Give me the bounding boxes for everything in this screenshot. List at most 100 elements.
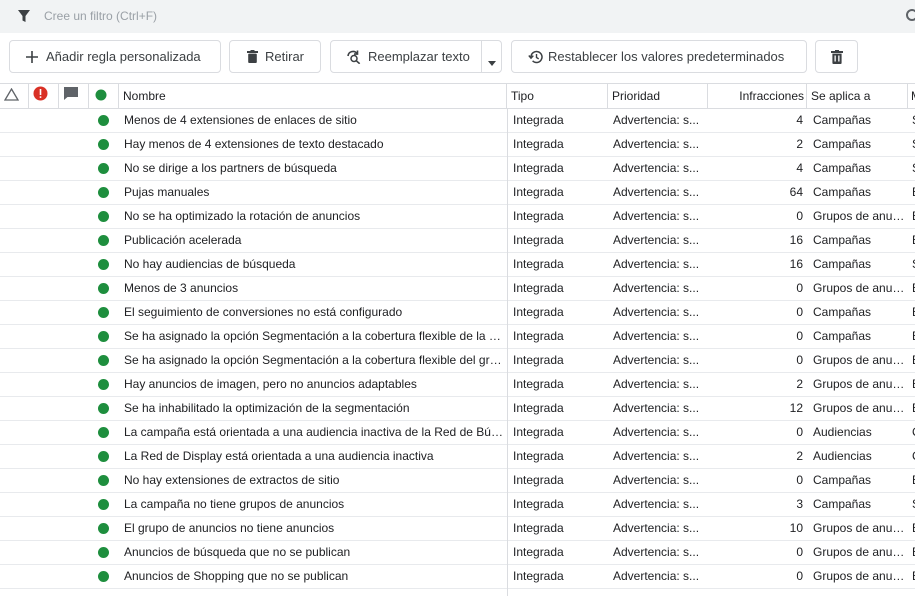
status-enabled-icon[interactable] [98,235,109,246]
row-applies-to: Campañas [813,137,872,151]
status-enabled-icon[interactable] [98,427,109,438]
row-name: Hay anuncios de imagen, pero no anuncios… [124,377,417,391]
row-name: Hay menos de 4 extensiones de texto dest… [124,137,384,151]
row-violations: 16 [789,233,803,247]
status-enabled-icon[interactable] [98,475,109,486]
column-name[interactable]: Nombre [123,84,166,109]
row-type: Integrada [513,161,564,175]
row-applies-to: Grupos de anuncios [813,209,905,223]
row-name: Se ha inhabilitado la optimización de la… [124,401,410,415]
row-type: Integrada [513,497,564,511]
status-column-icon[interactable] [95,85,107,110]
status-enabled-icon[interactable] [98,547,109,558]
trash-icon [247,50,258,63]
comment-column-icon[interactable] [63,85,79,110]
error-column-icon[interactable] [33,85,48,110]
row-type: Integrada [513,113,564,127]
row-applies-to: Audiencias [813,449,872,463]
row-applies-to: Grupos de anuncios [813,401,905,415]
row-violations: 64 [789,185,803,199]
status-enabled-icon[interactable] [98,403,109,414]
table-row[interactable]: No hay extensiones de extractos de sitio… [0,469,915,493]
table-row[interactable]: Anuncios de búsqueda que no se publican I… [0,541,915,565]
row-name: No se ha optimizado la rotación de anunc… [124,209,361,223]
status-enabled-icon[interactable] [98,499,109,510]
table-row[interactable]: Hay anuncios de imagen, pero no anuncios… [0,373,915,397]
row-priority: Advertencia: s... [613,137,700,151]
table-row[interactable]: Se ha inhabilitado la optimización de la… [0,397,915,421]
plus-icon [26,50,38,63]
col-divider [607,84,608,109]
status-enabled-icon[interactable] [98,379,109,390]
row-type: Integrada [513,233,564,247]
row-violations: 0 [796,425,803,439]
column-extra[interactable]: M [911,84,915,109]
table-row[interactable]: Hay menos de 4 extensiones de texto dest… [0,133,915,157]
row-name: Se ha asignado la opción Segmentación a … [124,353,504,367]
status-enabled-icon[interactable] [98,187,109,198]
table-row[interactable]: Se ha asignado la opción Segmentación a … [0,349,915,373]
table-row[interactable]: No hay audiencias de búsqueda Integrada Ad… [0,253,915,277]
status-enabled-icon[interactable] [98,331,109,342]
table-row[interactable]: El seguimiento de conversiones no está c… [0,301,915,325]
column-applies-to[interactable]: Se aplica a [811,84,870,109]
row-violations: 2 [796,377,803,391]
restore-defaults-label: Restablecer los valores predeterminados [548,49,785,64]
status-enabled-icon[interactable] [98,283,109,294]
row-violations: 2 [796,449,803,463]
row-priority: Advertencia: s... [613,569,700,583]
status-enabled-icon[interactable] [98,355,109,366]
caret-down-icon[interactable] [488,54,496,69]
column-priority[interactable]: Prioridad [612,84,660,109]
table-row[interactable]: Publicación acelerada Integrada Advertenci… [0,229,915,253]
table-row[interactable]: Anuncios de Shopping que no se publican I… [0,565,915,589]
grid-header: Nombre Tipo Prioridad Infracciones Se ap… [0,83,915,109]
table-row[interactable]: Pujas manuales Integrada Advertencia: s...… [0,181,915,205]
delete-button[interactable] [815,40,858,73]
filter-bar[interactable]: Cree un filtro (Ctrl+F) [0,0,915,33]
col-divider [506,84,507,109]
status-enabled-icon[interactable] [98,451,109,462]
row-applies-to: Grupos de anuncios [813,569,905,583]
status-enabled-icon[interactable] [98,571,109,582]
row-priority: Advertencia: s... [613,113,700,127]
status-enabled-icon[interactable] [98,163,109,174]
row-applies-to: Campañas [813,497,872,511]
row-violations: 0 [796,569,803,583]
remove-button[interactable]: Retirar [229,40,321,73]
status-enabled-icon[interactable] [98,139,109,150]
restore-defaults-button[interactable]: Restablecer los valores predeterminados [511,40,807,73]
table-row[interactable]: No se dirige a los partners de búsqueda I… [0,157,915,181]
table-row[interactable]: La Red de Display está orientada a una a… [0,445,915,469]
table-row[interactable]: La campaña no tiene grupos de anuncios In… [0,493,915,517]
row-type: Integrada [513,401,564,415]
status-enabled-icon[interactable] [98,523,109,534]
table-row[interactable]: Se ha asignado la opción Segmentación a … [0,325,915,349]
filter-options-icon[interactable] [905,8,915,29]
filter-input-placeholder[interactable]: Cree un filtro (Ctrl+F) [44,9,157,23]
table-row[interactable]: El grupo de anuncios no tiene anuncios In… [0,517,915,541]
row-priority: Advertencia: s... [613,185,700,199]
row-priority: Advertencia: s... [613,425,700,439]
row-violations: 2 [796,137,803,151]
status-enabled-icon[interactable] [98,211,109,222]
status-enabled-icon[interactable] [98,115,109,126]
row-type: Integrada [513,377,564,391]
row-type: Integrada [513,473,564,487]
table-row[interactable]: Menos de 4 extensiones de enlaces de sit… [0,109,915,133]
warning-column-icon[interactable] [3,85,20,110]
table-row[interactable]: Menos de 3 anuncios Integrada Advertencia:… [0,277,915,301]
status-enabled-icon[interactable] [98,307,109,318]
status-enabled-icon[interactable] [98,259,109,270]
add-custom-rule-button[interactable]: Añadir regla personalizada [9,40,221,73]
column-violations[interactable]: Infracciones [708,84,804,109]
add-custom-rule-label: Añadir regla personalizada [46,49,201,64]
replace-text-button[interactable]: Reemplazar texto [330,40,502,73]
column-type[interactable]: Tipo [511,84,534,109]
row-name: No hay audiencias de búsqueda [124,257,296,271]
row-priority: Advertencia: s... [613,281,700,295]
table-row[interactable]: La campaña está orientada a una audienci… [0,421,915,445]
table-row[interactable]: No se ha optimizado la rotación de anunc… [0,205,915,229]
row-type: Integrada [513,305,564,319]
row-priority: Advertencia: s... [613,233,700,247]
